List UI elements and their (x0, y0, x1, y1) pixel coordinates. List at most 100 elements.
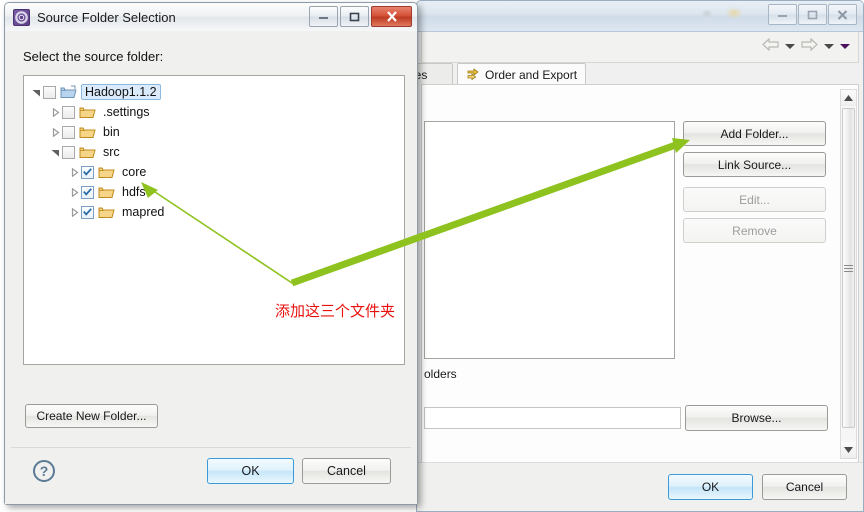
expand-triangle-icon[interactable] (49, 102, 62, 122)
tree-node-label: hdfs (122, 185, 146, 199)
expand-triangle-icon[interactable] (68, 202, 81, 222)
collapse-triangle-icon[interactable] (49, 142, 62, 162)
folder-icon (79, 105, 96, 119)
folder-icon (79, 125, 96, 139)
tree-node-core[interactable]: core (30, 162, 404, 182)
checkbox-hdfs[interactable] (81, 185, 94, 199)
navigation-controls (762, 37, 850, 54)
help-icon[interactable]: ? (33, 460, 55, 482)
checkbox-bin[interactable] (62, 125, 75, 139)
titlebar-smudge-2 (701, 9, 713, 18)
tree-node-label: src (103, 145, 120, 159)
background-window-controls (768, 4, 857, 25)
dialog-ok-button[interactable]: OK (207, 458, 294, 484)
titlebar-smudge (725, 7, 743, 19)
order-export-icon (466, 67, 480, 83)
tab-order-and-export[interactable]: Order and Export (457, 63, 587, 85)
output-path-row: Browse... (424, 405, 854, 431)
background-window-titlebar[interactable] (417, 1, 863, 32)
tree-node-src[interactable]: src (30, 142, 404, 162)
scrollbar-thumb[interactable] (842, 108, 855, 428)
dialog-prompt: Select the source folder: (23, 49, 164, 64)
eclipse-gear-icon (13, 8, 30, 26)
close-icon[interactable] (828, 4, 857, 25)
edit-button: Edit... (683, 187, 826, 212)
checkbox-src[interactable] (62, 145, 75, 159)
background-window: ies Order and Export Add Folder... Link … (403, 0, 864, 512)
edit-button-label: Edit... (739, 192, 770, 207)
background-ok-label: OK (701, 480, 720, 494)
toolbar-overflow-chevron-down-icon[interactable] (840, 43, 850, 49)
link-source-button[interactable]: Link Source... (683, 152, 826, 177)
add-folder-button-label: Add Folder... (720, 126, 789, 141)
tree-node-label: mapred (122, 205, 165, 219)
source-folders-listbox[interactable] (424, 121, 675, 359)
minimize-icon[interactable] (768, 4, 797, 25)
dialog-title: Source Folder Selection (37, 9, 176, 25)
background-window-footer: OK Cancel (417, 462, 863, 511)
checkbox-hadoop1.1.2[interactable] (43, 85, 56, 99)
folder-icon (98, 165, 115, 179)
folders-caption: olders (424, 367, 457, 381)
checkbox-core[interactable] (81, 165, 94, 179)
background-window-client-area: Add Folder... Link Source... Edit... Rem… (421, 84, 859, 463)
forward-history-chevron-down-icon[interactable] (824, 43, 834, 49)
dialog-titlebar[interactable]: Source Folder Selection (5, 3, 417, 32)
tree-node-hadoop1.1.2[interactable]: Hadoop1.1.2 (30, 82, 404, 102)
checkbox-mapred[interactable] (81, 205, 94, 219)
folder-icon (98, 205, 115, 219)
dialog-body: Select the source folder: Hadoop1.1.2 .se… (5, 31, 417, 504)
scrollbar-grip (844, 264, 853, 272)
output-path-input[interactable] (424, 407, 681, 429)
tree-node-mapred[interactable]: mapred (30, 202, 404, 222)
add-folder-button[interactable]: Add Folder... (683, 121, 826, 146)
forward-arrow-icon[interactable] (801, 37, 818, 54)
expand-triangle-icon[interactable] (68, 162, 81, 182)
scroll-up-icon[interactable] (841, 90, 856, 106)
tree-node-label: Hadoop1.1.2 (81, 84, 161, 100)
source-action-buttons: Add Folder... Link Source... Edit... Rem… (683, 121, 828, 249)
dialog-minimize-icon[interactable] (309, 6, 338, 27)
back-history-chevron-down-icon[interactable] (785, 43, 795, 49)
dialog-ok-label: OK (241, 464, 260, 478)
link-source-button-label: Link Source... (717, 157, 792, 172)
dialog-close-icon[interactable] (371, 6, 412, 27)
tree-node-settings[interactable]: .settings (30, 102, 404, 122)
dialog-cancel-label: Cancel (327, 464, 366, 478)
folder-icon (98, 185, 115, 199)
folder-open-blue-icon (60, 85, 77, 99)
properties-tabs: ies Order and Export (403, 63, 859, 85)
collapse-triangle-icon[interactable] (30, 82, 43, 102)
browse-button-label: Browse... (731, 411, 782, 425)
folder-icon (79, 145, 96, 159)
create-new-folder-button[interactable]: Create New Folder... (25, 404, 158, 428)
dialog-footer: ? OK Cancel (11, 447, 411, 496)
remove-button-label: Remove (732, 223, 777, 238)
tree-node-hdfs[interactable]: hdfs (30, 182, 404, 202)
expand-triangle-icon[interactable] (68, 182, 81, 202)
maximize-icon[interactable] (798, 4, 827, 25)
dialog-maximize-icon[interactable] (340, 6, 369, 27)
background-window-scrollbar[interactable] (840, 89, 857, 459)
create-new-folder-label: Create New Folder... (36, 409, 147, 423)
source-folder-tree[interactable]: Hadoop1.1.2 .settings bin src core hdfs mapred (23, 75, 405, 365)
source-folder-selection-dialog: Source Folder Selection Select the sourc… (4, 2, 418, 505)
expand-triangle-icon[interactable] (49, 122, 62, 142)
dialog-window-controls (309, 6, 412, 27)
background-cancel-label: Cancel (785, 480, 824, 494)
tree-node-bin[interactable]: bin (30, 122, 404, 142)
checkbox-settings[interactable] (62, 105, 75, 119)
annotation-text: 添加这三个文件夹 (275, 302, 396, 320)
tree-node-label: .settings (103, 105, 150, 119)
scroll-down-icon[interactable] (841, 442, 856, 458)
dialog-cancel-button[interactable]: Cancel (302, 458, 391, 484)
tree-node-label: bin (103, 125, 120, 139)
background-cancel-button[interactable]: Cancel (762, 474, 847, 500)
background-window-toolbar (421, 32, 859, 63)
tree-node-label: core (122, 165, 147, 179)
back-arrow-icon[interactable] (762, 37, 779, 54)
tab-order-and-export-label: Order and Export (485, 67, 578, 82)
browse-button[interactable]: Browse... (685, 405, 828, 431)
background-ok-button[interactable]: OK (668, 474, 753, 500)
remove-button: Remove (683, 218, 826, 243)
